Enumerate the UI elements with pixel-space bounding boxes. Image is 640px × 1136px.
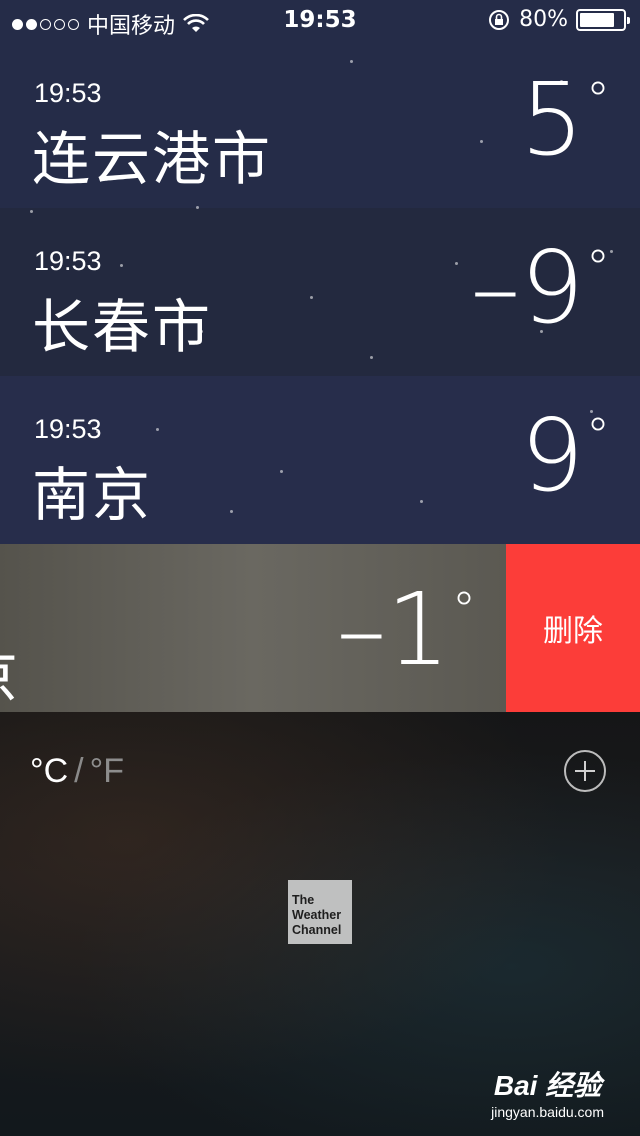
- orientation-lock-icon: [489, 9, 510, 30]
- star-decoration: [350, 60, 353, 63]
- unit-fahrenheit[interactable]: °F: [90, 752, 124, 791]
- star-decoration: [96, 430, 99, 433]
- unit-toggle[interactable]: °C / °F: [30, 752, 124, 791]
- star-decoration: [120, 264, 123, 267]
- city-name: 京: [0, 630, 18, 712]
- city-local-time: 19:53: [34, 414, 102, 444]
- battery-percent: 80%: [519, 7, 568, 32]
- city-row[interactable]: 19:53 南京 9°: [0, 376, 640, 544]
- footer-area: °C / °F The Weather Channel Bai 经验 jingy…: [0, 712, 640, 1136]
- star-decoration: [560, 80, 563, 83]
- city-temperature: 9°: [520, 397, 610, 514]
- swiped-row-content[interactable]: 京 –1°: [0, 544, 506, 712]
- add-city-button[interactable]: [564, 750, 606, 792]
- city-name: 连云港市: [32, 125, 273, 193]
- star-decoration: [610, 250, 613, 253]
- city-temperature: –1°: [336, 571, 476, 688]
- city-temperature: 5°: [520, 61, 610, 178]
- star-decoration: [540, 330, 543, 333]
- city-list: 19:53 连云港市 5° 19:53 长春市 –9° 19:53 南京 9°: [0, 0, 640, 544]
- star-decoration: [455, 262, 458, 265]
- city-row[interactable]: 19:53 长春市 –9°: [0, 208, 640, 376]
- city-name: 南京: [32, 461, 153, 529]
- unit-celsius[interactable]: °C: [30, 752, 68, 791]
- star-decoration: [280, 470, 283, 473]
- watermark-logo: Bai 经验: [493, 1070, 602, 1101]
- unit-separator: /: [74, 752, 84, 790]
- star-decoration: [590, 410, 593, 413]
- star-decoration: [200, 330, 203, 333]
- star-decoration: [310, 296, 313, 299]
- city-row-swiped[interactable]: 京 –1° 删除: [0, 544, 640, 712]
- city-local-time: 19:53: [34, 246, 102, 276]
- star-decoration: [420, 500, 423, 503]
- star-decoration: [240, 178, 243, 181]
- status-bar: 中国移动 19:53 80%: [0, 0, 640, 40]
- delete-button[interactable]: 删除: [506, 544, 640, 712]
- star-decoration: [60, 490, 63, 493]
- weather-channel-logo[interactable]: The Weather Channel: [288, 880, 352, 944]
- watermark-url: jingyan.baidu.com: [491, 1104, 604, 1120]
- star-decoration: [230, 510, 233, 513]
- baidu-watermark: Bai 经验 jingyan.baidu.com: [491, 1064, 604, 1120]
- star-decoration: [370, 356, 373, 359]
- battery-icon: [576, 8, 630, 31]
- star-decoration: [196, 206, 199, 209]
- city-local-time: 19:53: [34, 78, 102, 108]
- star-decoration: [480, 140, 483, 143]
- city-temperature: –9°: [470, 229, 610, 346]
- city-name: 长春市: [32, 293, 213, 361]
- star-decoration: [30, 210, 33, 213]
- star-decoration: [156, 428, 159, 431]
- status-right: 80%: [487, 7, 630, 32]
